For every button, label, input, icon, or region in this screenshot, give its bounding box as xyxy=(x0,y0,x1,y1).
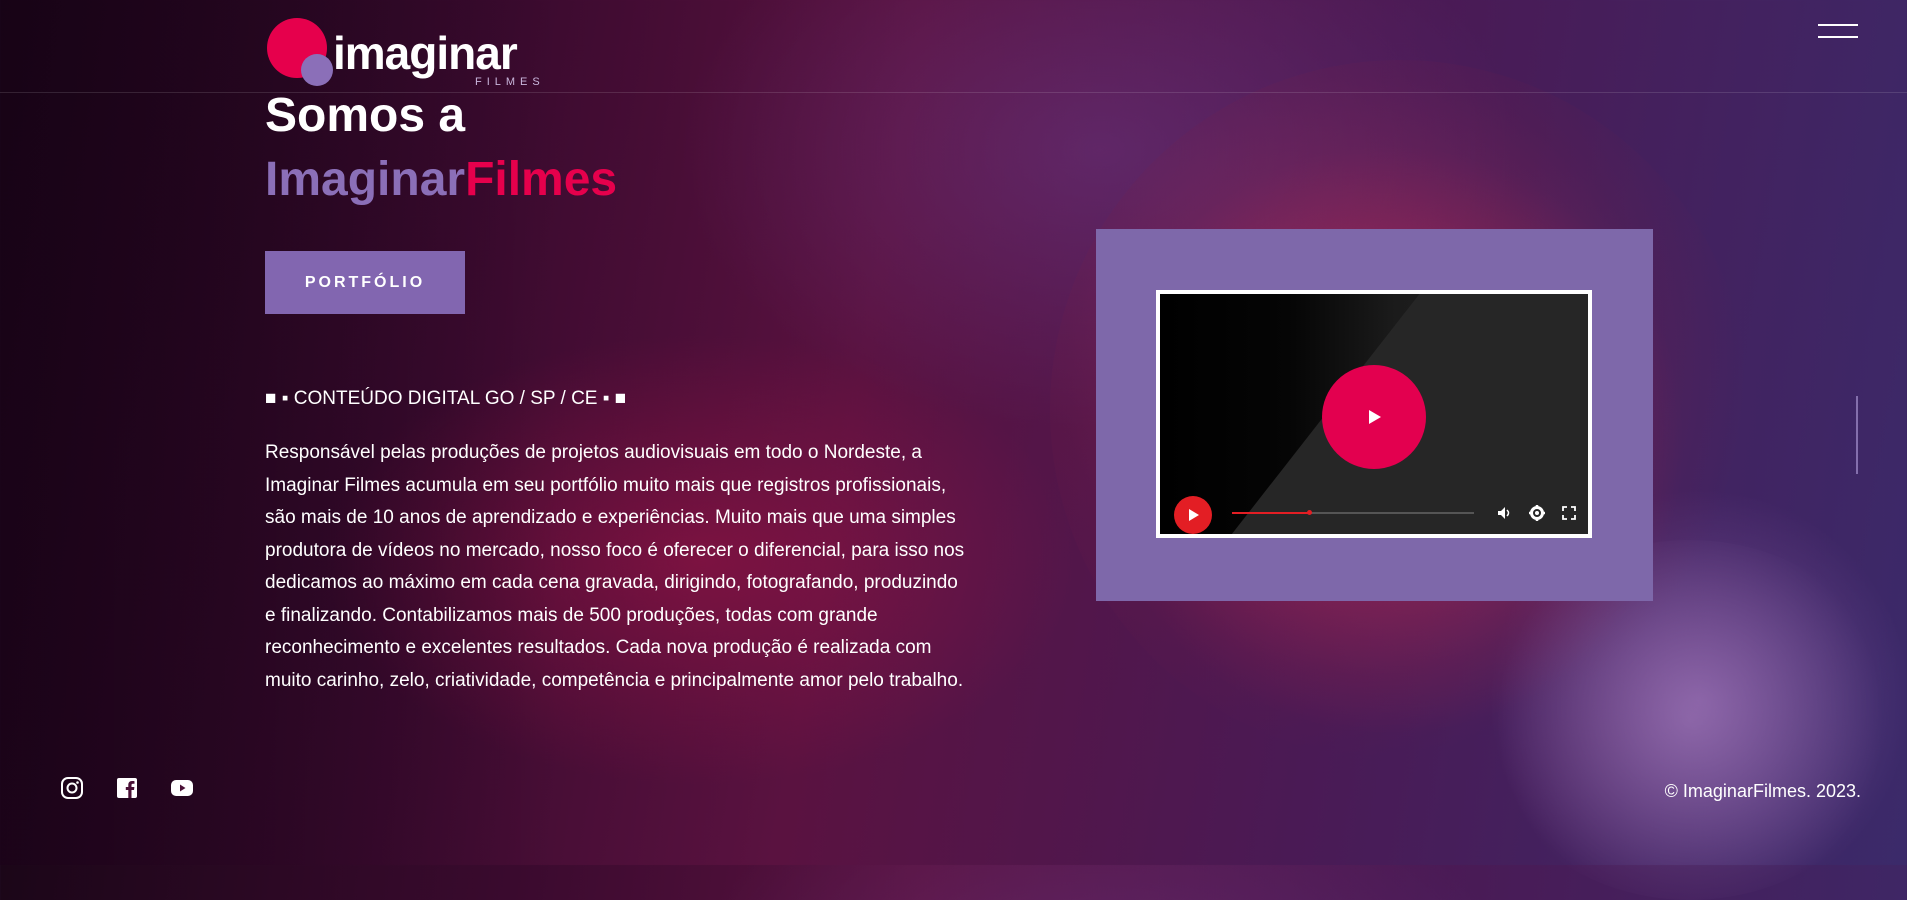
about-description: Responsável pelas produções de projetos … xyxy=(265,442,965,691)
hamburger-icon[interactable] xyxy=(1818,20,1860,44)
facebook-icon[interactable] xyxy=(115,776,139,800)
play-icon[interactable] xyxy=(1322,365,1426,469)
progress-fill xyxy=(1232,512,1310,514)
site-logo[interactable]: imaginar FILMES xyxy=(265,18,575,90)
progress-bar[interactable] xyxy=(1232,510,1474,515)
settings-icon[interactable] xyxy=(1528,504,1546,522)
video-frame xyxy=(1096,229,1653,601)
scroll-indicator[interactable] xyxy=(1856,396,1858,474)
page-title: Somos a ImaginarFilmes xyxy=(265,84,617,212)
logo-wordmark: imaginar xyxy=(333,27,518,79)
copyright-text: © ImaginarFilmes. 2023. xyxy=(1664,781,1861,801)
progress-knob[interactable] xyxy=(1307,510,1313,515)
volume-icon[interactable] xyxy=(1496,504,1514,522)
youtube-icon[interactable] xyxy=(170,776,194,800)
tagline: ■ ▪ CONTEÚDO DIGITAL GO / SP / CE ▪ ■ xyxy=(265,388,627,409)
control-play-icon[interactable] xyxy=(1174,496,1212,534)
title-brand-filmes: Filmes xyxy=(465,153,618,206)
title-brand-imaginar: Imaginar xyxy=(265,153,466,206)
title-line-1: Somos a xyxy=(265,89,466,142)
portfolio-button[interactable]: PORTFÓLIO xyxy=(265,251,465,314)
video-player[interactable] xyxy=(1156,290,1592,538)
video-screen[interactable] xyxy=(1160,294,1588,534)
instagram-icon[interactable] xyxy=(60,776,84,800)
video-controls xyxy=(1160,490,1588,534)
fullscreen-icon[interactable] xyxy=(1560,504,1578,522)
social-links xyxy=(60,776,194,800)
